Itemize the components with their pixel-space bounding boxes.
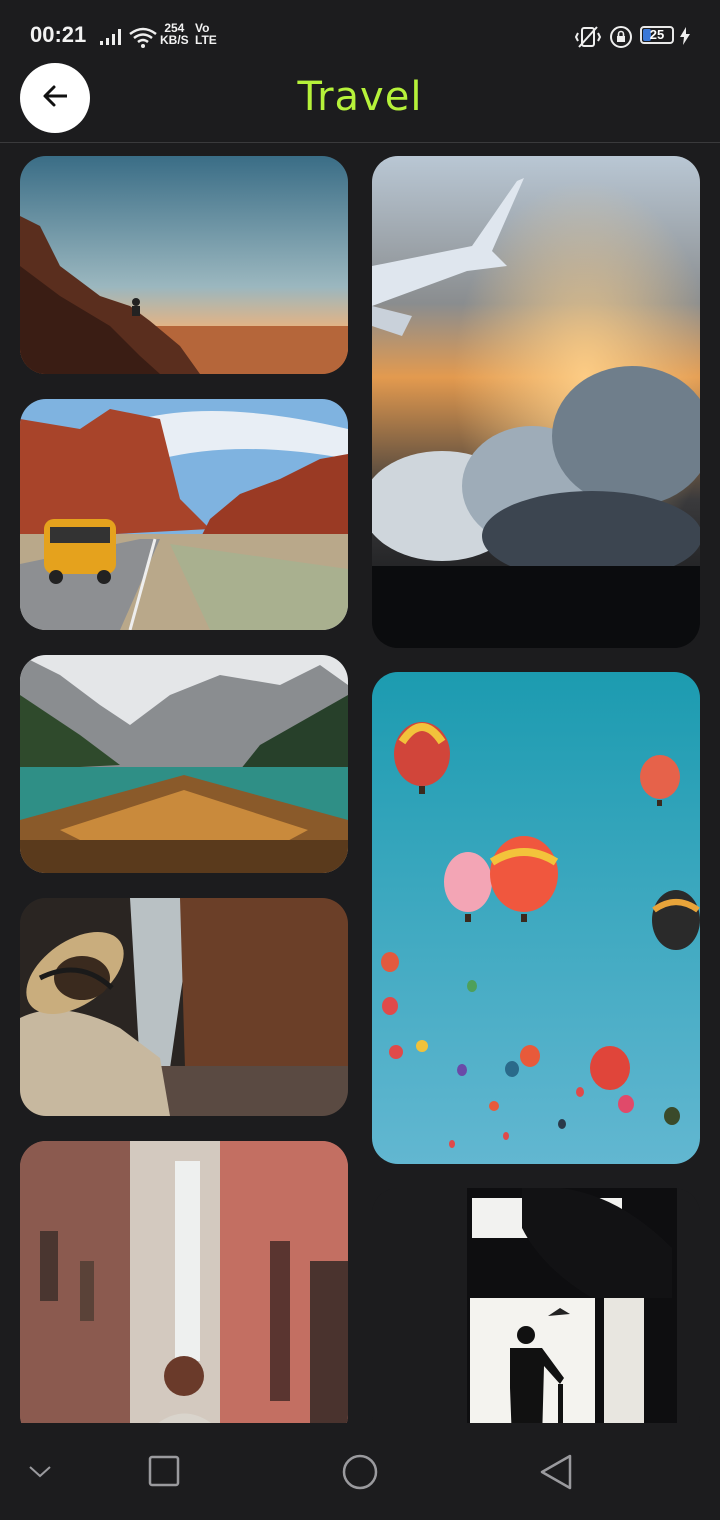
app-header: Travel <box>0 56 720 143</box>
wifi-icon <box>128 26 158 52</box>
charging-icon <box>680 27 690 49</box>
chevron-down-icon[interactable] <box>28 1461 52 1485</box>
photo-yellow-van[interactable] <box>20 399 348 630</box>
net-speed-unit: KB/S <box>160 33 189 47</box>
battery-level: 25 <box>649 27 665 42</box>
photo-window-silhouette[interactable] <box>372 1188 700 1423</box>
net-speed: 254 KB/S <box>160 22 189 46</box>
photo-hot-air-balloons[interactable] <box>372 672 700 1164</box>
battery-icon: 25 <box>640 26 674 44</box>
photo-narrow-street[interactable] <box>20 1141 348 1423</box>
photo-grid <box>0 143 720 1423</box>
status-time: 00:21 <box>30 22 87 47</box>
back-triangle-icon[interactable] <box>538 1453 574 1495</box>
photo-lake-boat[interactable] <box>20 655 348 873</box>
photo-desert-cliff[interactable] <box>20 156 348 374</box>
volte-indicator: Vo LTE <box>195 22 217 46</box>
page-title: Travel <box>297 74 423 120</box>
recents-square-icon[interactable] <box>148 1455 180 1491</box>
home-circle-icon[interactable] <box>341 1453 379 1495</box>
rotation-lock-icon <box>609 25 633 53</box>
volte-bottom: LTE <box>195 33 217 47</box>
signal-icon <box>100 28 124 50</box>
vibrate-icon <box>573 25 603 53</box>
system-nav-bar <box>0 1423 720 1520</box>
photo-canyon-traveler[interactable] <box>20 898 348 1116</box>
photo-airplane-wing[interactable] <box>372 156 700 648</box>
